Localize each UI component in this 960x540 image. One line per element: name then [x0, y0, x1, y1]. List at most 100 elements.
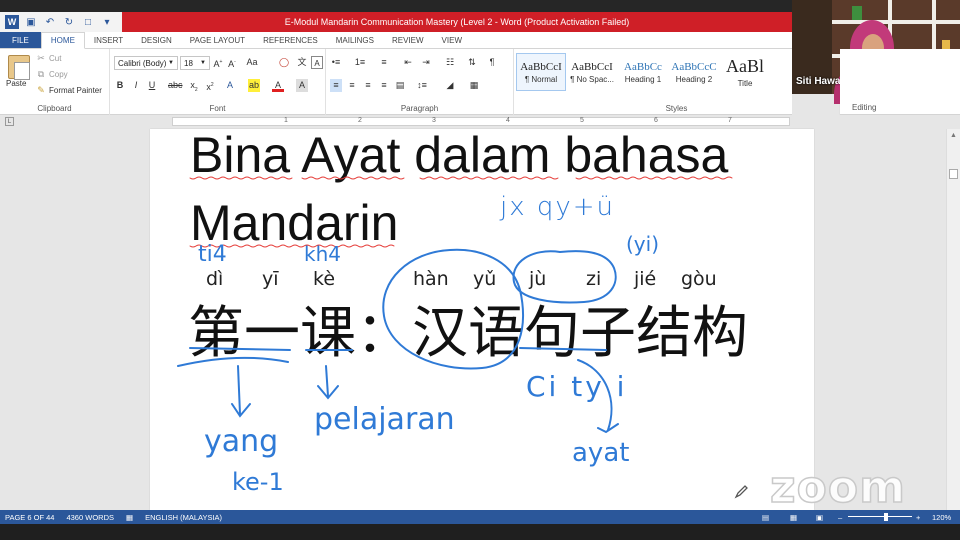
tab-references[interactable]: REFERENCES	[254, 32, 327, 48]
customize-qat-icon[interactable]: ▾	[99, 14, 115, 30]
zoom-level[interactable]: 120%	[932, 513, 951, 522]
superscript-icon[interactable]: x2	[204, 79, 216, 92]
handwriting-yi: (yi)	[626, 232, 659, 256]
bold-icon[interactable]: B	[114, 79, 126, 92]
distributed-icon[interactable]: ▤	[394, 79, 406, 92]
word-window: W ▣ ↶ ↻ □ ▾ E-Modul Mandarin Communicati…	[0, 0, 960, 540]
clipboard-group-label: Clipboard	[37, 104, 72, 113]
highlight-icon[interactable]: ab	[248, 79, 260, 92]
align-center-icon[interactable]: ≡	[346, 79, 358, 92]
handwriting-ke-1: ke-1	[232, 468, 284, 496]
font-group-label: Font	[209, 104, 226, 113]
grow-font-icon[interactable]: A+	[212, 56, 224, 69]
chinese-heading[interactable]: 第一课：汉语句子结构	[188, 288, 748, 369]
shrink-font-icon[interactable]: A-	[226, 56, 238, 69]
zoom-out-button[interactable]: –	[838, 513, 842, 522]
handwriting-yang: yang	[204, 424, 279, 459]
font-color-icon[interactable]: A	[272, 79, 284, 92]
tab-review[interactable]: REVIEW	[383, 32, 433, 48]
format-painter-button[interactable]: ✎ Format Painter	[36, 85, 102, 96]
paste-icon[interactable]	[8, 55, 30, 80]
paste-button[interactable]: Paste	[6, 79, 26, 88]
tab-selector-icon[interactable]: L	[5, 117, 14, 126]
styles-group-label: Styles	[665, 104, 688, 113]
subscript-icon[interactable]: x2	[188, 79, 200, 93]
align-right-icon[interactable]: ≡	[362, 79, 374, 92]
scroll-up-icon[interactable]: ▲	[950, 132, 957, 139]
page-indicator[interactable]: PAGE 6 OF 44	[5, 513, 54, 522]
pinyin-yu: yǔ	[473, 268, 497, 290]
read-mode-icon[interactable]: ▤	[762, 513, 769, 522]
numbering-icon[interactable]: 1≡	[354, 56, 366, 69]
ribbon-home: Paste ✂ Cut ⧉ Copy ✎ Format Painter Clipboa…	[0, 49, 840, 115]
character-border-icon[interactable]: A	[311, 56, 323, 69]
horizontal-ruler[interactable]: 1 2 3 4 5 6 7	[172, 117, 790, 126]
style-no-spacing[interactable]: AaBbCcI ¶ No Spac...	[567, 53, 617, 91]
asian-layout-icon[interactable]: ☷	[444, 56, 456, 69]
style-heading-1[interactable]: AaBbCc Heading 1	[618, 53, 668, 91]
redo-icon[interactable]: ↻	[61, 14, 77, 30]
multilevel-list-icon[interactable]: ≡	[378, 56, 390, 69]
styles-gallery: AaBbCcI ¶ Normal AaBbCcI ¶ No Spac... Aa…	[516, 53, 812, 93]
font-name-dropdown[interactable]: Calibri (Body) ▼	[114, 56, 178, 70]
quick-access-toolbar: W ▣ ↶ ↻ □ ▾	[0, 12, 122, 32]
clear-formatting-icon[interactable]: ◯	[278, 56, 290, 69]
increase-indent-icon[interactable]: ⇥	[420, 56, 432, 69]
tab-mailings[interactable]: MAILINGS	[327, 32, 383, 48]
pen-annotate-icon[interactable]	[734, 483, 750, 499]
style-heading-2[interactable]: AaBbCcC Heading 2	[669, 53, 719, 91]
tab-view[interactable]: VIEW	[433, 32, 471, 48]
status-bar: PAGE 6 OF 44 4360 WORDS ▦ ENGLISH (MALAY…	[0, 510, 960, 524]
handwriting-ayat: ayat	[572, 438, 630, 468]
style-title[interactable]: AaBl Title	[720, 53, 770, 91]
strikethrough-icon[interactable]: abc	[168, 79, 183, 92]
new-document-icon[interactable]: □	[80, 14, 96, 30]
save-icon[interactable]: ▣	[23, 14, 39, 30]
bullets-icon[interactable]: •≡	[330, 56, 342, 69]
sort-icon[interactable]: ⇅	[466, 56, 478, 69]
tab-page-layout[interactable]: PAGE LAYOUT	[181, 32, 254, 48]
line-spacing-icon[interactable]: ↕≡	[416, 79, 428, 92]
copy-button[interactable]: ⧉ Copy	[36, 69, 68, 80]
vertical-scrollbar[interactable]: ▲	[946, 129, 960, 510]
tab-design[interactable]: DESIGN	[132, 32, 181, 48]
language-indicator[interactable]: ENGLISH (MALAYSIA)	[145, 513, 222, 522]
align-left-icon[interactable]: ≡	[330, 79, 342, 92]
underline-icon[interactable]: U	[146, 79, 158, 92]
phonetic-guide-icon[interactable]: 文	[296, 56, 308, 69]
web-layout-icon[interactable]: ▣	[816, 513, 823, 522]
zoom-in-button[interactable]: +	[916, 513, 920, 522]
style-normal[interactable]: AaBbCcI ¶ Normal	[516, 53, 566, 91]
tab-file[interactable]: FILE	[0, 32, 41, 48]
proofing-icon[interactable]: ▦	[126, 513, 133, 522]
undo-icon[interactable]: ↶	[42, 14, 58, 30]
brush-icon: ✎	[37, 85, 45, 95]
shading-icon[interactable]: ◢	[444, 79, 456, 92]
italic-icon[interactable]: I	[130, 79, 142, 92]
justify-icon[interactable]: ≡	[378, 79, 390, 92]
decrease-indent-icon[interactable]: ⇤	[402, 56, 414, 69]
word-count[interactable]: 4360 WORDS	[66, 513, 114, 522]
change-case-icon[interactable]: Aa	[246, 56, 258, 69]
handwriting-pelajaran: pelajaran	[314, 402, 455, 437]
paragraph-group-label: Paragraph	[400, 104, 439, 113]
zoom-slider-handle[interactable]	[884, 513, 889, 521]
window-title: E-Modul Mandarin Communication Mastery (…	[284, 17, 630, 27]
font-size-dropdown[interactable]: 18 ▼	[180, 56, 210, 70]
tab-insert[interactable]: INSERT	[85, 32, 132, 48]
borders-icon[interactable]: ▦	[468, 79, 480, 92]
zoom-slider[interactable]	[848, 516, 912, 517]
title-bar: W ▣ ↶ ↻ □ ▾ E-Modul Mandarin Communicati…	[0, 12, 792, 32]
font-group: Calibri (Body) ▼ 18 ▼ A+ A- Aa ◯ 文 A B I U…	[110, 49, 326, 115]
text-effects-icon[interactable]: A	[224, 79, 236, 92]
pilcrow-icon[interactable]: ¶	[486, 56, 498, 69]
pinyin-ke: kè	[313, 268, 336, 290]
cut-button[interactable]: ✂ Cut	[36, 53, 61, 64]
scrollbar-thumb[interactable]	[949, 169, 958, 179]
doc-title-line-1[interactable]: Bina Ayat dalam bahasa	[190, 126, 728, 184]
character-shading-icon[interactable]: A	[296, 79, 308, 92]
zoom-logo: zoom	[769, 461, 906, 514]
print-layout-icon[interactable]: ▦	[790, 513, 797, 522]
chevron-down-icon: ▼	[168, 60, 174, 66]
tab-home[interactable]: HOME	[40, 32, 85, 49]
